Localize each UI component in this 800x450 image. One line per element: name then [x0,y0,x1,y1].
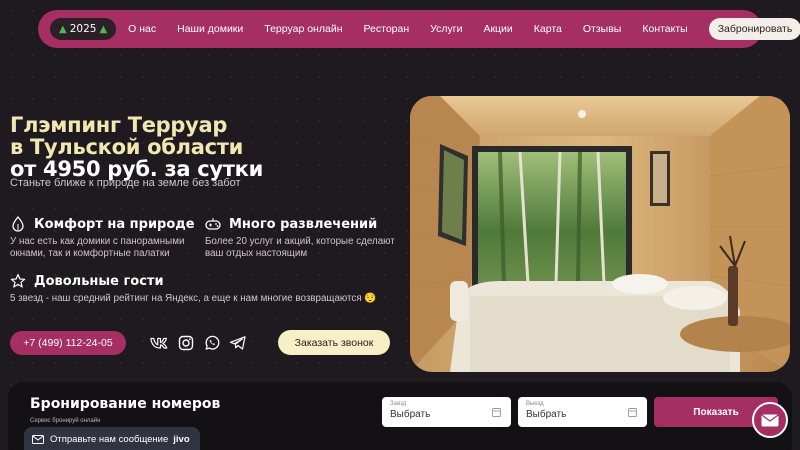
nav-link-online[interactable]: Терруар онлайн [264,23,342,35]
feature-guests: Довольные гости 5 звезд - наш средний ре… [10,273,400,305]
feature-comfort: Комфорт на природе У нас есть как домики… [10,216,200,260]
checkout-value: Выбрать [526,409,567,420]
vk-icon[interactable] [150,333,170,353]
top-navigation: ▲ 2025 ▲ О нас Наши домики Терруар онлай… [38,10,800,48]
feature-title: Комфорт на природе [34,216,195,232]
nav-link-reviews[interactable]: Отзывы [583,23,621,35]
checkin-field[interactable]: Заезд Выбрать [382,397,511,427]
calendar-icon [492,408,501,417]
mail-icon [32,434,44,444]
nav-link-houses[interactable]: Наши домики [177,23,243,35]
nav-link-map[interactable]: Карта [534,23,562,35]
phone-button[interactable]: +7 (499) 112-24-05 [10,331,126,355]
calendar-icon [628,408,637,417]
telegram-icon[interactable] [228,333,248,353]
nav-link-contacts[interactable]: Контакты [642,23,687,35]
gamepad-icon [205,218,221,230]
year-badge[interactable]: ▲ 2025 ▲ [50,18,117,40]
chat-widget[interactable]: Отправьте нам сообщение jivo [24,427,200,450]
request-call-button[interactable]: Заказать звонок [278,330,390,355]
social-links [150,333,254,353]
booking-title: Бронирование номеров [30,396,221,412]
envelope-icon [761,413,779,426]
feature-text: Более 20 услуг и акций, которые сделают … [205,236,395,259]
hero-title-line: Глэмпинг Терруар [10,113,228,137]
star-icon [10,273,26,288]
chat-brand: jivo [173,433,190,445]
chat-open-button[interactable] [752,402,788,438]
nav-link-promotions[interactable]: Акции [483,23,512,35]
hero-title: Глэмпинг Терруар в Тульской области от 4… [10,114,340,180]
leaf-drop-icon [12,216,24,232]
feature-title: Довольные гости [34,273,164,289]
nav-link-services[interactable]: Услуги [430,23,462,35]
checkin-label: Заезд [390,401,407,407]
checkout-label: Выезд [526,401,544,407]
glamping-room-photo [410,96,790,372]
feature-entertainment: Много развлечений Более 20 услуг и акций… [205,216,400,260]
hero-title-line: в Тульской области [10,135,244,159]
chat-prompt: Отправьте нам сообщение [50,433,169,445]
booking-subtitle: Сервис бронируй онлайн [30,418,101,424]
nav-links: О нас Наши домики Терруар онлайн Рестора… [128,23,709,35]
checkin-value: Выбрать [390,409,431,420]
nav-link-restaurant[interactable]: Ресторан [364,23,410,35]
instagram-icon[interactable] [176,333,196,353]
feature-title: Много развлечений [229,216,378,232]
tree-icon: ▲ [59,23,67,35]
whatsapp-icon[interactable] [202,333,222,353]
feature-text: 5 звезд - наш средний рейтинг на Яндекс,… [10,293,377,304]
book-button[interactable]: Забронировать [708,18,800,40]
tree-icon: ▲ [99,23,108,35]
feature-text: У нас есть как домики с панорамными окна… [10,236,185,259]
checkout-field[interactable]: Выезд Выбрать [518,397,647,427]
nav-link-about[interactable]: О нас [128,23,156,35]
hero-subtitle: Станьте ближе к природе на земле без заб… [10,177,241,189]
year-label: 2025 [69,23,97,35]
